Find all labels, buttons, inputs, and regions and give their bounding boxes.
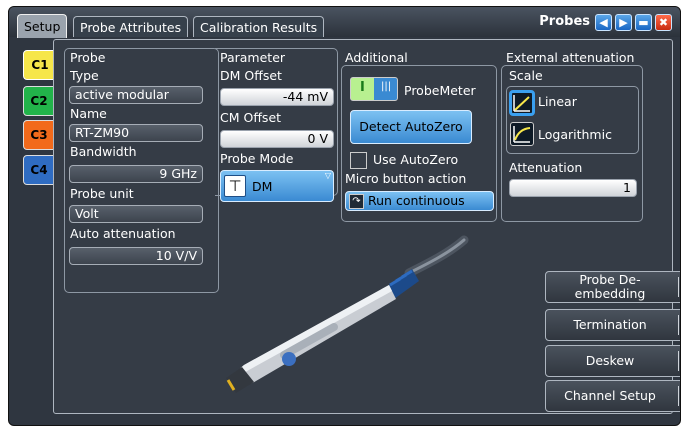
linear-scale-icon bbox=[513, 95, 530, 112]
probe-deembedding-button[interactable]: Probe De-embedding ▶ bbox=[545, 271, 680, 303]
probe-mode-label: Probe Mode bbox=[220, 151, 294, 166]
channel-c4-label: C4 bbox=[30, 163, 48, 177]
separator bbox=[678, 386, 679, 406]
detect-autozero-button[interactable]: Detect AutoZero bbox=[350, 110, 472, 144]
additional-heading: Additional bbox=[345, 50, 408, 65]
probes-window: Setup Probe Attributes Calibration Resul… bbox=[8, 6, 681, 426]
use-autozero-checkbox[interactable] bbox=[350, 152, 367, 169]
probe-mode-value: DM bbox=[252, 179, 273, 194]
channel-c1-label: C1 bbox=[31, 58, 49, 72]
parameter-heading: Parameter bbox=[220, 50, 286, 65]
probe-mode-select[interactable]: ⊤ DM ▽ bbox=[220, 170, 334, 202]
setup-panel: Probe Type active modular Name RT-ZM90 B… bbox=[53, 39, 680, 414]
dm-mode-icon: ⊤ bbox=[224, 175, 246, 197]
logarithmic-scale-icon bbox=[513, 126, 531, 143]
dm-offset-input[interactable]: -44 mV bbox=[220, 88, 334, 106]
deskew-label: Deskew bbox=[585, 353, 635, 368]
tab-probe-attributes[interactable]: Probe Attributes bbox=[73, 16, 189, 37]
auto-attenuation-field: 10 V/V bbox=[69, 247, 203, 265]
window-title: Probes bbox=[539, 14, 590, 29]
bandwidth-label: Bandwidth bbox=[70, 144, 137, 159]
minimize-icon[interactable]: ▬ bbox=[635, 14, 652, 31]
channel-tab-c4[interactable]: C4 bbox=[23, 155, 55, 185]
dropdown-indicator-icon: ▽ bbox=[324, 171, 331, 180]
use-autozero-label: Use AutoZero bbox=[373, 152, 459, 167]
probemeter-toggle[interactable]: I ||| bbox=[350, 77, 398, 101]
probe-deembedding-label: Probe De-embedding bbox=[574, 272, 646, 301]
run-continuous-icon: ↷ bbox=[349, 194, 364, 209]
toggle-grip-icon: ||| bbox=[381, 81, 392, 92]
back-icon[interactable]: ◀ bbox=[595, 14, 612, 31]
probe-unit-label: Probe unit bbox=[70, 186, 134, 201]
channel-c3-label: C3 bbox=[30, 128, 48, 142]
channel-tab-c2[interactable]: C2 bbox=[23, 86, 55, 116]
auto-attenuation-label: Auto attenuation bbox=[70, 226, 176, 241]
probe-unit-field: Volt bbox=[69, 205, 203, 223]
tab-calibration-results[interactable]: Calibration Results bbox=[193, 16, 325, 37]
termination-button[interactable]: Termination ▶ bbox=[545, 309, 680, 341]
cm-offset-label: CM Offset bbox=[220, 110, 282, 125]
type-field: active modular bbox=[69, 86, 203, 104]
probe-heading: Probe bbox=[70, 50, 106, 65]
channel-c2-label: C2 bbox=[30, 94, 48, 108]
forward-icon[interactable]: ▶ bbox=[615, 14, 632, 31]
tab-bar: Setup Probe Attributes Calibration Resul… bbox=[9, 7, 680, 38]
linear-label: Linear bbox=[538, 94, 577, 109]
separator bbox=[678, 315, 679, 335]
channel-tab-c3[interactable]: C3 bbox=[23, 120, 55, 150]
micro-button-action-label: Micro button action bbox=[345, 171, 467, 186]
probe-illustration bbox=[226, 235, 469, 393]
attenuation-label: Attenuation bbox=[509, 160, 583, 175]
attenuation-input[interactable]: 1 bbox=[509, 179, 637, 197]
micro-button-action-select[interactable]: ↷ Run continuous bbox=[345, 191, 494, 211]
channel-tab-c1[interactable]: C1 bbox=[23, 50, 57, 80]
tab-setup[interactable]: Setup bbox=[17, 14, 68, 38]
separator bbox=[678, 277, 679, 297]
logarithmic-scale-radio[interactable] bbox=[510, 122, 534, 146]
bandwidth-field: 9 GHz bbox=[69, 165, 203, 183]
termination-label: Termination bbox=[573, 317, 647, 332]
channel-setup-button[interactable]: Channel Setup ▶ bbox=[545, 380, 680, 412]
logarithmic-label: Logarithmic bbox=[538, 127, 612, 142]
dm-offset-label: DM Offset bbox=[220, 68, 282, 83]
name-label: Name bbox=[70, 106, 107, 121]
probemeter-label: ProbeMeter bbox=[404, 83, 476, 98]
scale-label: Scale bbox=[509, 68, 543, 83]
type-label: Type bbox=[70, 68, 99, 83]
micro-button-action-value: Run continuous bbox=[368, 193, 465, 208]
linear-scale-radio[interactable] bbox=[509, 90, 535, 116]
channel-setup-label: Channel Setup bbox=[564, 388, 656, 403]
external-attenuation-heading: External attenuation bbox=[506, 50, 635, 65]
toggle-on-indicator: I bbox=[360, 80, 365, 95]
cm-offset-input[interactable]: 0 V bbox=[220, 130, 334, 148]
name-field: RT-ZM90 bbox=[69, 124, 203, 142]
close-icon[interactable]: ✖ bbox=[655, 14, 672, 31]
deskew-button[interactable]: Deskew ▶ bbox=[545, 345, 680, 377]
separator bbox=[678, 351, 679, 371]
